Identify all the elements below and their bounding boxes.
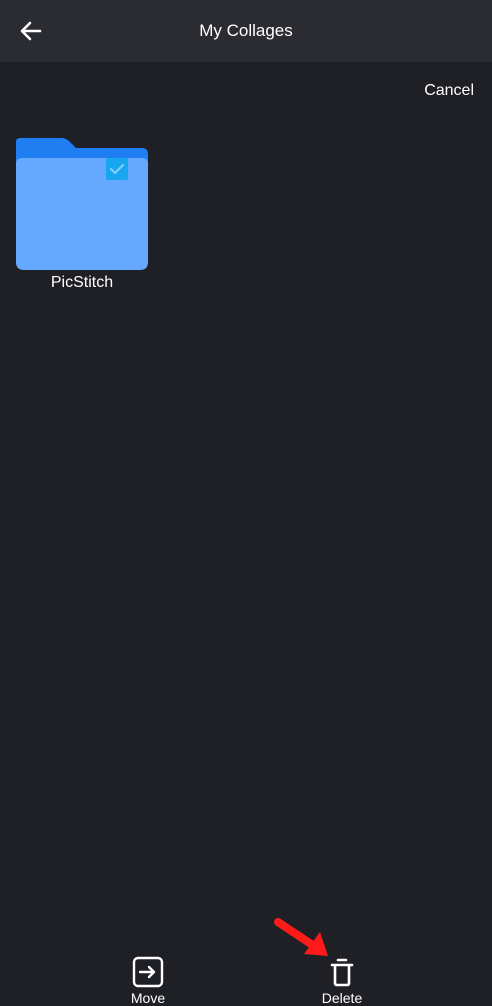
move-label: Move xyxy=(130,990,166,1006)
page-title: My Collages xyxy=(199,21,293,40)
bottom-action-bar: Move Delete xyxy=(0,946,492,1006)
folder-item-picstitch[interactable]: PicStitch xyxy=(14,136,150,296)
move-icon xyxy=(130,954,166,990)
folder-selected-checkbox[interactable] xyxy=(106,158,128,180)
delete-label: Delete xyxy=(321,990,363,1006)
delete-button[interactable]: Delete xyxy=(302,954,382,1006)
app-header: My Collages xyxy=(0,0,492,62)
trash-icon xyxy=(324,954,360,990)
folder-icon xyxy=(16,138,148,270)
cancel-button[interactable]: Cancel xyxy=(424,82,474,100)
folder-name: PicStitch xyxy=(50,274,114,291)
move-button[interactable]: Move xyxy=(108,954,188,1006)
checkmark-icon xyxy=(109,163,125,175)
